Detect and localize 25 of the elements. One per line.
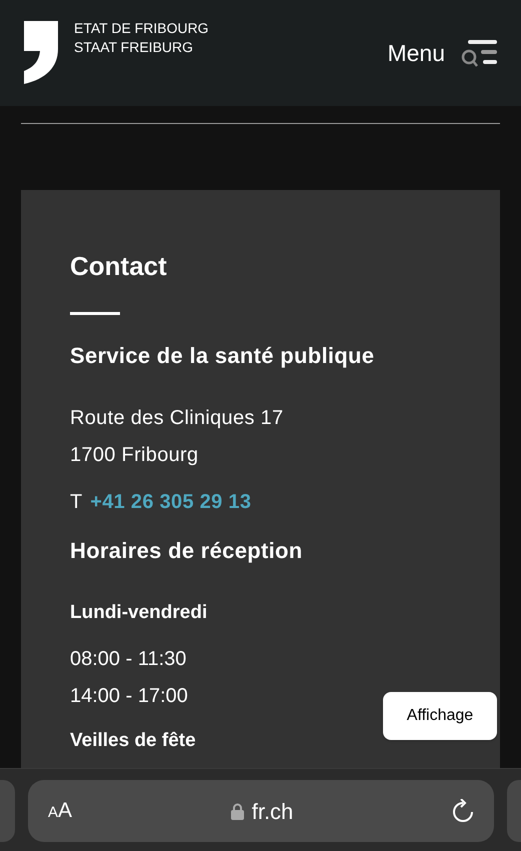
address-line: Route des Cliniques 17 [70,406,284,431]
hours-range: 14:00 - 17:00 [70,684,189,709]
title-underline [70,312,120,315]
url-text: fr.ch [252,798,294,826]
address-bar[interactable]: AA fr.ch [28,780,494,842]
phone-label: T [70,490,82,515]
days-label: Veilles de fête [70,729,197,753]
tab-preview[interactable] [507,780,521,842]
service-name: Service de la santé publique [70,342,376,370]
menu-search-icon [461,38,497,68]
address-line: 1700 Fribourg [70,443,200,468]
logo-text: STAAT FREIBURG [74,38,194,57]
comma-logo-icon [24,21,58,85]
menu-button[interactable]: Menu [387,36,497,70]
days-label: Lundi-vendredi [70,601,208,625]
display-button[interactable]: Affichage [383,692,497,740]
phone-link[interactable]: +41 26 305 29 13 [90,487,252,517]
hours-range: 08:00 - 11:30 [70,647,188,672]
reload-icon[interactable] [452,799,474,823]
text-size-button[interactable]: AA [48,795,72,827]
logo-text: ETAT DE FRIBOURG [74,19,209,38]
hours-title: Horaires de réception [70,537,304,565]
contact-title: Contact [70,250,168,282]
tab-preview[interactable] [0,780,15,842]
lock-icon [230,802,244,820]
